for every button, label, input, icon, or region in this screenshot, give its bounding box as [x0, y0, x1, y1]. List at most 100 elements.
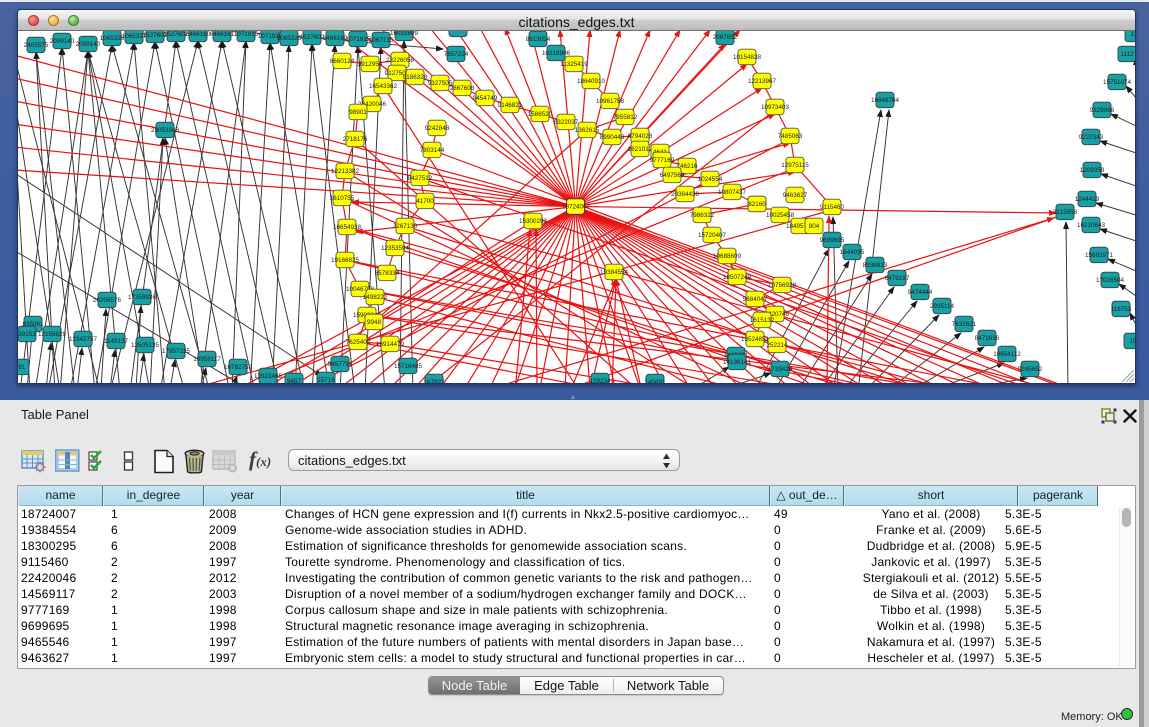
svg-text:15692971: 15692971	[1085, 252, 1114, 259]
svg-text:6466160: 6466160	[186, 31, 211, 38]
svg-text:16782759: 16782759	[224, 364, 253, 371]
svg-text:1644095: 1644095	[840, 249, 865, 256]
svg-text:9457: 9457	[287, 378, 302, 383]
svg-text:1588520: 1588520	[528, 111, 553, 118]
svg-text:9463627: 9463627	[783, 192, 808, 199]
svg-text:19166825: 19166825	[331, 257, 360, 264]
svg-text:9242848: 9242848	[425, 125, 450, 132]
svg-text:17957235: 17957235	[162, 348, 191, 355]
svg-text:17359936: 17359936	[128, 294, 157, 301]
svg-text:3215958: 3215958	[1053, 209, 1078, 216]
svg-text:12353594: 12353594	[381, 245, 410, 252]
svg-text:8186328: 8186328	[403, 74, 428, 81]
svg-text:11: 11	[1131, 31, 1135, 38]
svg-text:9948: 9948	[367, 319, 382, 326]
svg-text:1145137: 1145137	[104, 338, 129, 345]
svg-text:6497568: 6497568	[660, 172, 685, 179]
svg-text:8322037: 8322037	[554, 119, 579, 126]
svg-text:252214: 252214	[766, 342, 788, 349]
svg-text:1071915: 1071915	[346, 36, 371, 43]
svg-text:7485063: 7485063	[778, 133, 803, 140]
svg-text:82160: 82160	[748, 201, 766, 208]
svg-text:1527602: 1527602	[300, 34, 325, 41]
svg-text:9474444: 9474444	[908, 289, 933, 296]
svg-text:7803144: 7803144	[420, 147, 445, 154]
svg-text:12342757: 12342757	[69, 336, 98, 343]
svg-text:1610755: 1610755	[330, 195, 355, 202]
svg-text:8990443: 8990443	[600, 134, 625, 141]
svg-text:12505135: 12505135	[131, 342, 160, 349]
svg-text:1498222: 1498222	[363, 294, 388, 301]
svg-text:8660124: 8660124	[330, 58, 355, 65]
svg-text:1209358: 1209358	[1080, 167, 1105, 174]
svg-text:12213967: 12213967	[748, 78, 777, 85]
svg-text:6466160: 6466160	[323, 35, 348, 42]
svg-text:116753: 116753	[1111, 306, 1132, 313]
svg-text:145691: 145691	[644, 379, 666, 383]
svg-text:1362615: 1362615	[575, 127, 600, 134]
svg-text:8427512: 8427512	[408, 175, 433, 182]
svg-text:1112: 1112	[1120, 51, 1134, 58]
svg-text:7857224: 7857224	[444, 51, 469, 58]
svg-text:1733426: 1733426	[768, 366, 793, 373]
svg-text:9777169: 9777169	[650, 157, 675, 164]
svg-text:8578334: 8578334	[375, 270, 400, 277]
svg-text:2099140: 2099140	[76, 41, 101, 48]
svg-text:17016504: 17016504	[1096, 277, 1125, 284]
svg-text:10154838: 10154838	[733, 54, 762, 61]
svg-text:9115460: 9115460	[820, 204, 845, 211]
svg-text:98901: 98901	[349, 109, 367, 116]
svg-text:18507249: 18507249	[723, 274, 752, 281]
svg-text:167827: 167827	[423, 379, 445, 383]
svg-text:13524851: 13524851	[741, 336, 770, 343]
svg-text:16648784: 16648784	[871, 97, 900, 104]
svg-text:20206576: 20206576	[93, 297, 122, 304]
svg-text:6479197: 6479197	[885, 275, 910, 282]
svg-text:15300293: 15300293	[519, 218, 548, 225]
svg-text:2405575: 2405575	[24, 42, 49, 49]
svg-text:12975115: 12975115	[781, 162, 809, 169]
svg-text:10025458: 10025458	[766, 212, 795, 219]
svg-text:9699695: 9699695	[820, 237, 845, 244]
svg-text:6466161: 6466161	[210, 31, 235, 38]
svg-text:1244419: 1244419	[1075, 196, 1100, 203]
svg-text:1065: 1065	[451, 31, 466, 33]
svg-text:15716: 15716	[317, 377, 335, 383]
svg-text:2867608: 2867608	[450, 85, 475, 92]
svg-text:10961758: 10961758	[596, 98, 625, 105]
svg-text:2935114: 2935114	[930, 303, 955, 310]
svg-text:1615132: 1615132	[750, 317, 775, 324]
svg-text:1024554: 1024554	[698, 176, 723, 183]
svg-text:7625402: 7625402	[346, 339, 371, 346]
svg-text:129234: 129234	[589, 378, 611, 383]
svg-text:12923465: 12923465	[254, 373, 283, 380]
svg-text:15751074: 15751074	[1103, 79, 1132, 86]
svg-text:19384554: 19384554	[600, 269, 629, 276]
svg-text:8454749: 8454749	[473, 95, 498, 102]
svg-text:1071915: 1071915	[234, 31, 259, 38]
svg-text:9146821: 9146821	[498, 102, 523, 109]
svg-text:15720407: 15720407	[698, 232, 727, 239]
svg-text:16033809: 16033809	[390, 31, 419, 37]
svg-text:2718176: 2718176	[343, 136, 368, 143]
svg-text:2087652: 2087652	[713, 34, 738, 41]
svg-text:9457791: 9457791	[328, 361, 353, 368]
svg-text:8471636: 8471636	[975, 335, 1000, 342]
svg-text:15716485: 15716485	[394, 363, 423, 370]
svg-text:1065326: 1065326	[277, 35, 302, 42]
svg-text:16210643: 16210643	[1077, 222, 1106, 229]
svg-text:8813054: 8813054	[526, 36, 551, 43]
svg-text:1067135: 1067135	[369, 37, 394, 44]
svg-text:10654112: 10654112	[993, 351, 1021, 358]
svg-text:41700: 41700	[416, 198, 434, 205]
svg-text:9684047: 9684047	[743, 296, 768, 303]
svg-text:12156829: 12156829	[38, 331, 67, 338]
svg-text:3912954: 3912954	[358, 61, 383, 68]
svg-text:7955812: 7955812	[613, 114, 638, 121]
svg-text:12213382: 12213382	[331, 168, 360, 175]
svg-text:10973403: 10973403	[761, 104, 790, 111]
svg-text:15: 15	[1129, 338, 1135, 345]
svg-text:16543362: 16543362	[369, 83, 398, 90]
svg-text:8938923: 8938923	[863, 262, 888, 269]
svg-text:16914479: 16914479	[376, 341, 405, 348]
